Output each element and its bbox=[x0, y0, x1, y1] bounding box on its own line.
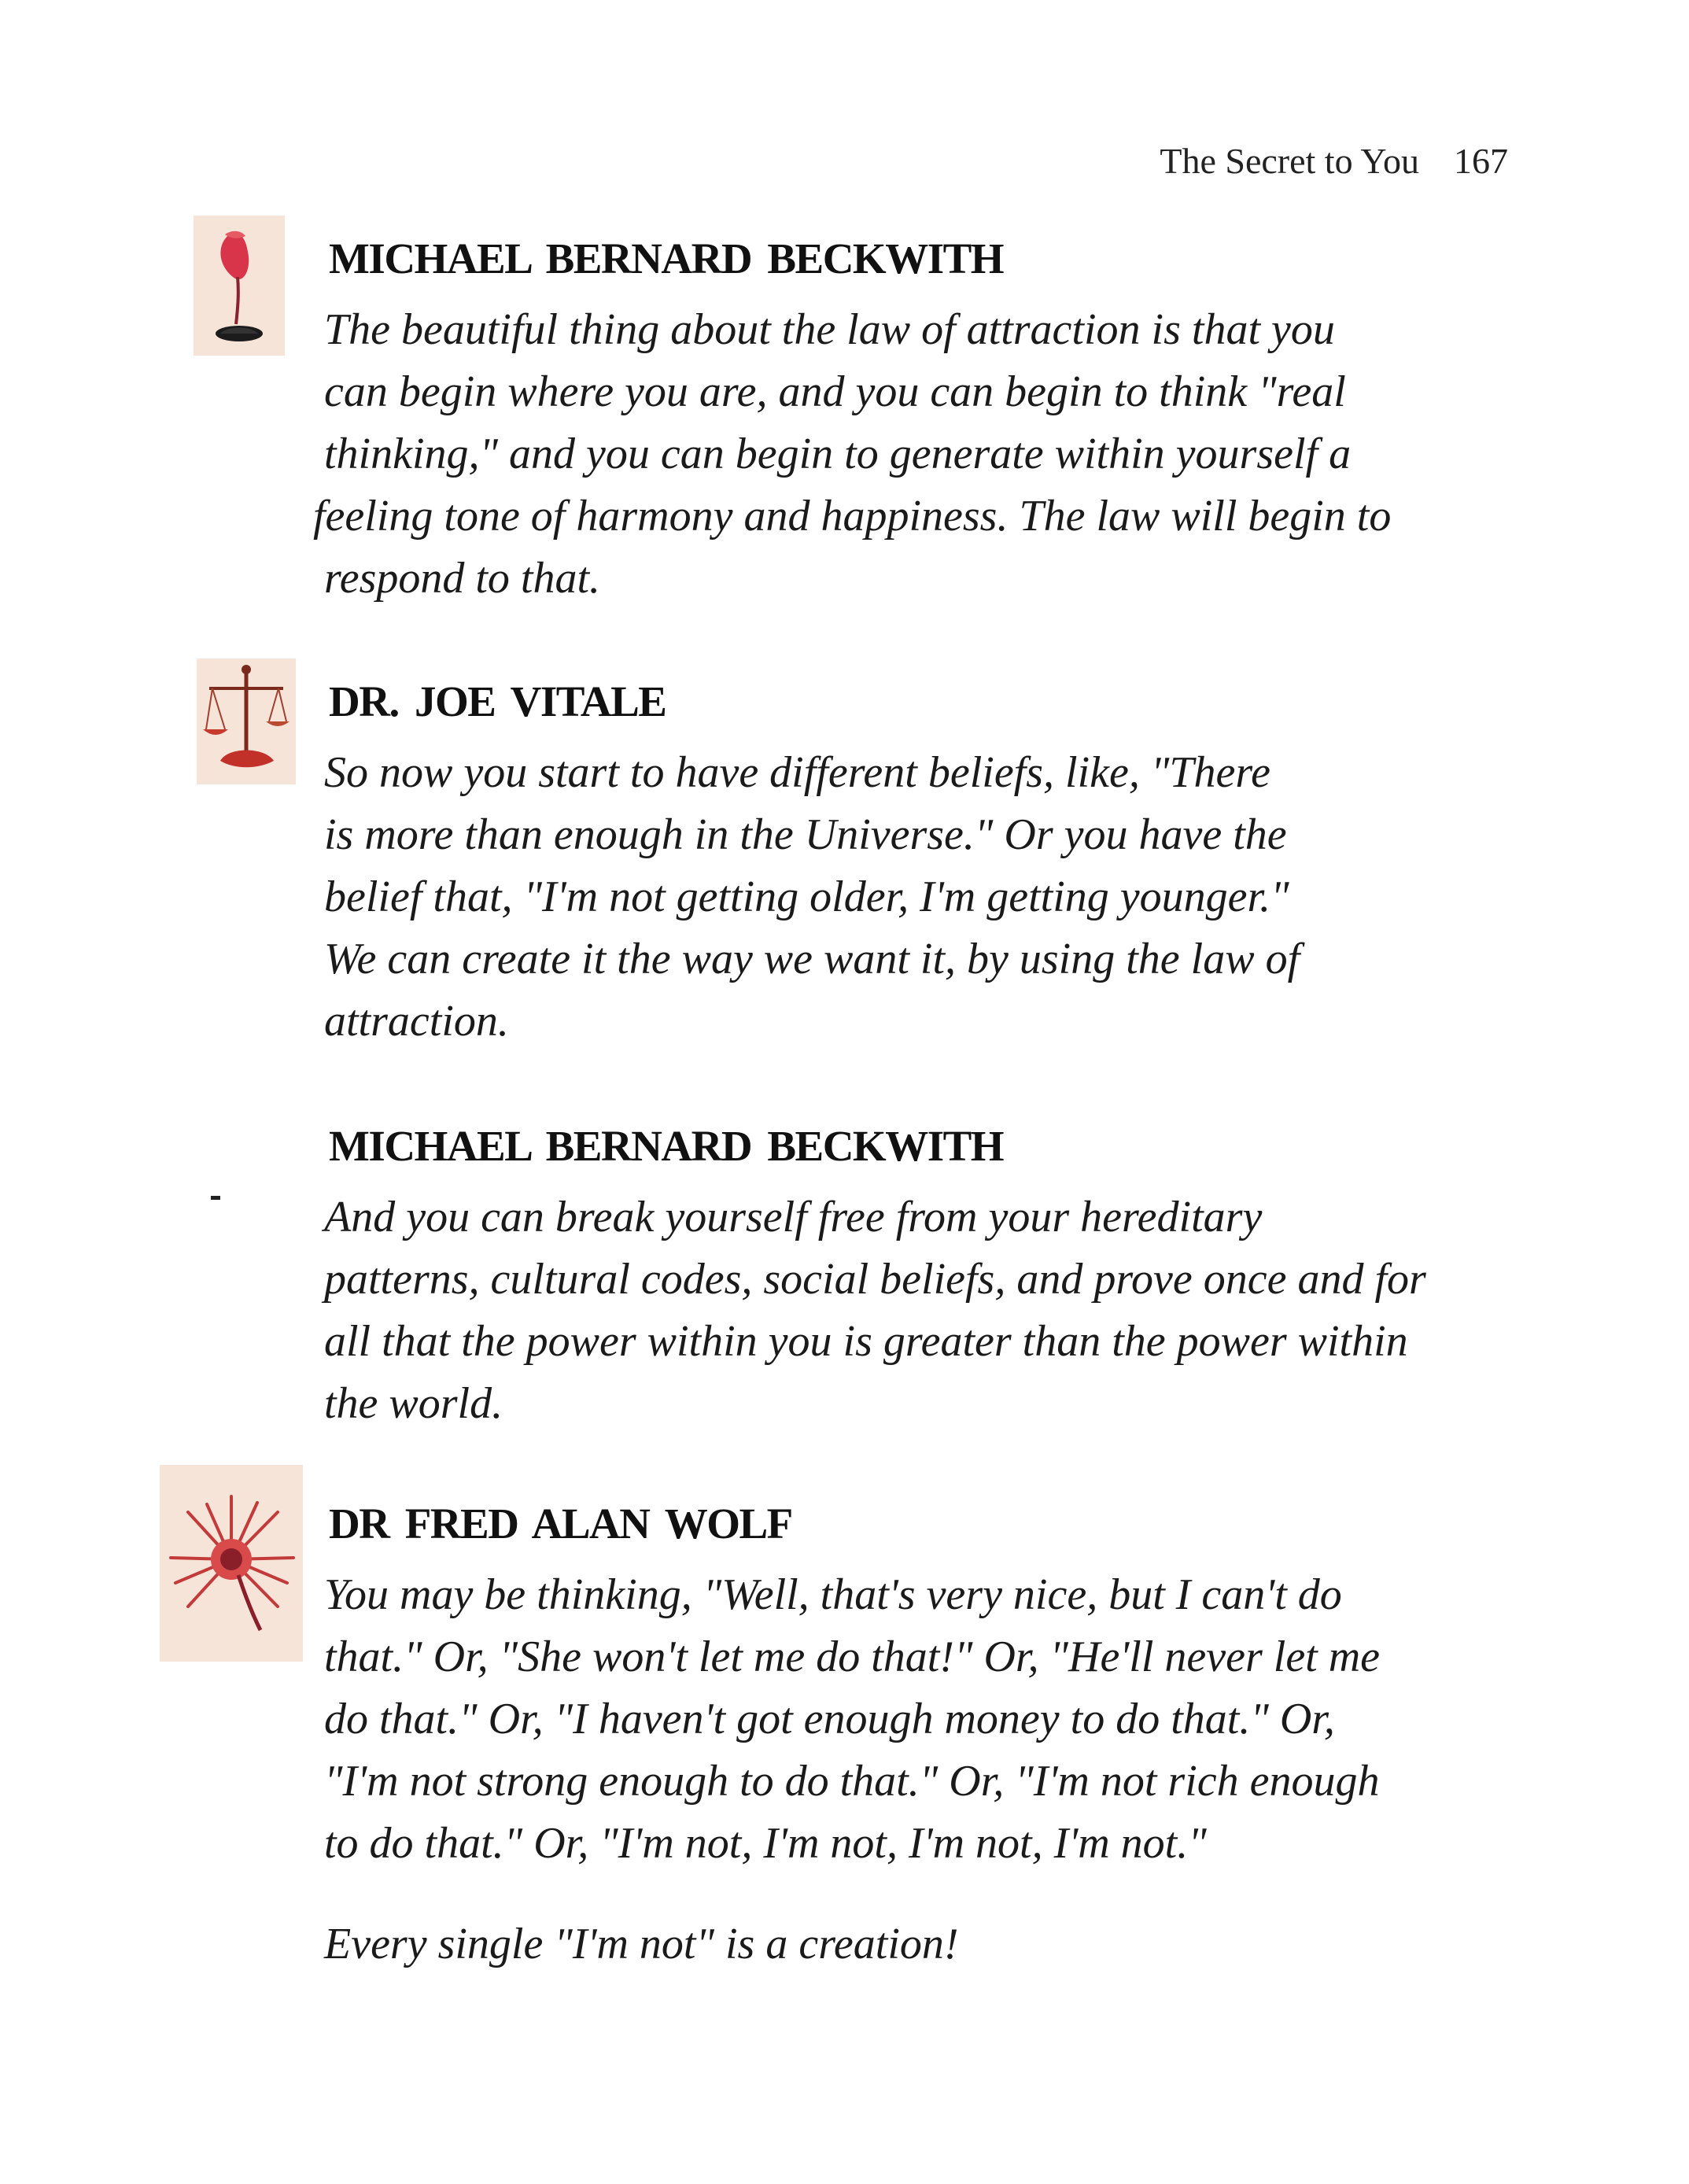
quote-section-2: DR. JOE VITALE So now you start to have … bbox=[324, 671, 1465, 1053]
quote-line: that." Or, "She won't let me do that!" O… bbox=[324, 1632, 1381, 1681]
speaker-name: DR FRED ALAN WOLF bbox=[329, 1500, 793, 1548]
quote-line: "I'm not strong enough to do that." Or, … bbox=[324, 1757, 1380, 1806]
quote-line: respond to that. bbox=[324, 554, 601, 603]
speaker-name: MICHAEL BERNARD BECKWITH bbox=[329, 234, 1005, 282]
running-header: The Secret to You 167 bbox=[1160, 140, 1508, 182]
scales-icon bbox=[197, 659, 296, 784]
quote-text: You may be thinking, "Well, that's very … bbox=[324, 1564, 1465, 1875]
calla-lily-icon bbox=[194, 216, 285, 356]
quote-line: is more than enough in the Universe." Or… bbox=[324, 810, 1287, 859]
quote-line: attraction. bbox=[324, 997, 509, 1046]
quote-line: We can create it the way we want it, by … bbox=[324, 935, 1300, 983]
quote-text: The beautiful thing about the law of att… bbox=[313, 299, 1465, 610]
stray-dash-mark bbox=[211, 1196, 220, 1200]
quote-line: all that the power within you is greater… bbox=[324, 1317, 1408, 1366]
page-number: 167 bbox=[1454, 141, 1508, 181]
closing-line: Every single "I'm not" is a creation! bbox=[324, 1920, 959, 1968]
quote-section-1: MICHAEL BERNARD BECKWITH The beautiful t… bbox=[313, 228, 1465, 610]
quote-line: So now you start to have different belie… bbox=[324, 748, 1270, 797]
speaker-name: DR. JOE VITALE bbox=[329, 677, 667, 725]
quote-line: belief that, "I'm not getting older, I'm… bbox=[324, 872, 1289, 921]
quote-line: And you can break yourself free from you… bbox=[324, 1193, 1263, 1241]
quote-section-3: MICHAEL BERNARD BECKWITH And you can bre… bbox=[324, 1116, 1465, 1435]
quote-line: can begin where you are, and you can beg… bbox=[324, 367, 1346, 416]
quote-line: patterns, cultural codes, social beliefs… bbox=[324, 1255, 1426, 1304]
quote-line: feeling tone of harmony and happiness. T… bbox=[313, 492, 1392, 540]
quote-line: You may be thinking, "Well, that's very … bbox=[324, 1570, 1342, 1619]
quote-text: So now you start to have different belie… bbox=[324, 742, 1465, 1053]
quote-line: to do that." Or, "I'm not, I'm not, I'm … bbox=[324, 1819, 1207, 1868]
starburst-flower-icon bbox=[160, 1465, 303, 1662]
speaker-name: MICHAEL BERNARD BECKWITH bbox=[329, 1122, 1005, 1170]
quote-text: And you can break yourself free from you… bbox=[324, 1186, 1465, 1435]
quote-line: thinking," and you can begin to generate… bbox=[324, 430, 1352, 478]
quote-line: the world. bbox=[324, 1379, 503, 1428]
running-title: The Secret to You bbox=[1160, 141, 1419, 181]
quote-section-4: DR FRED ALAN WOLF You may be thinking, "… bbox=[324, 1493, 1465, 1875]
quote-line: do that." Or, "I haven't got enough mone… bbox=[324, 1695, 1335, 1743]
quote-line: The beautiful thing about the law of att… bbox=[324, 305, 1335, 354]
book-page: The Secret to You 167 MICHAEL BERNARD BE… bbox=[0, 0, 1689, 2184]
